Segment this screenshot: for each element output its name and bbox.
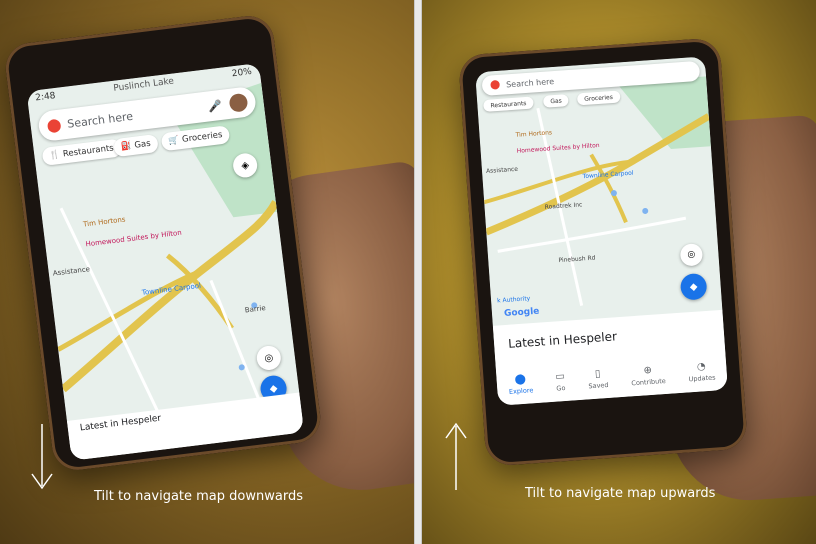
left-caption: Tilt to navigate map downwards (94, 489, 303, 504)
chip-label: Groceries (584, 93, 614, 103)
chip-label: Restaurants (62, 143, 115, 160)
nav-contribute[interactable]: ⊕ Contribute (630, 363, 666, 386)
left-phone-screen: 2:48 Puslinch Lake 20% ⬤ Search here 🎤 🍴… (26, 62, 305, 461)
mic-icon[interactable]: 🎤 (207, 98, 222, 113)
chip-gas[interactable]: Gas (542, 94, 570, 108)
nav-label: Updates (688, 372, 716, 383)
nav-label: Go (556, 383, 566, 393)
car-icon: ▭ (554, 370, 566, 383)
maps-pin-icon: ⬤ (489, 79, 501, 91)
bottom-nav: ⬤ Explore ▭ Go ▯ Saved ⊕ Contribute ◔ Updates (496, 350, 728, 406)
status-battery: 20% (231, 66, 253, 80)
fork-knife-icon: 🍴 (48, 149, 61, 162)
bell-icon: ◔ (696, 360, 706, 373)
layers-icon: ◈ (240, 159, 250, 172)
cart-icon: 🛒 (168, 135, 180, 147)
nav-label: Explore (508, 385, 534, 396)
nav-label: Contribute (631, 376, 667, 387)
status-time: 2:48 (34, 91, 57, 104)
nav-updates[interactable]: ◔ Updates (687, 360, 715, 383)
bookmark-icon: ▯ (594, 367, 601, 380)
down-arrow-icon (31, 424, 53, 490)
chip-label: Gas (550, 97, 563, 105)
plus-circle-icon: ⊕ (643, 364, 653, 376)
right-phone: ⬤ Search here Restaurants Gas Groceries … (457, 37, 749, 467)
left-photo-panel: 2:48 Puslinch Lake 20% ⬤ Search here 🎤 🍴… (0, 0, 414, 544)
directions-icon: ◆ (689, 281, 698, 293)
chip-label: Restaurants (490, 99, 527, 109)
maps-pin-icon: ⬤ (45, 117, 63, 134)
chip-label: Groceries (181, 129, 223, 145)
left-phone: 2:48 Puslinch Lake 20% ⬤ Search here 🎤 🍴… (2, 13, 324, 473)
location-pin-icon: ⬤ (514, 373, 527, 385)
right-photo-panel: ⬤ Search here Restaurants Gas Groceries … (422, 0, 816, 544)
nav-explore[interactable]: ⬤ Explore (508, 373, 534, 396)
nav-label: Saved (588, 380, 609, 390)
avatar[interactable] (228, 92, 249, 113)
nav-go[interactable]: ▭ Go (555, 370, 566, 392)
up-arrow-icon (445, 422, 467, 490)
right-caption: Tilt to navigate map upwards (525, 486, 716, 501)
sheet-title: Latest in Hespeler (507, 329, 618, 351)
right-bottom-sheet[interactable]: Latest in Hespeler ⬤ Explore ▭ Go ▯ Saved ⊕… (492, 309, 728, 406)
panel-divider (414, 0, 422, 544)
crosshair-icon: ◎ (263, 351, 274, 364)
nav-saved[interactable]: ▯ Saved (587, 367, 609, 390)
crosshair-icon: ◎ (687, 249, 696, 261)
gas-pump-icon: ⛽ (120, 141, 133, 153)
directions-icon: ◆ (269, 382, 279, 395)
right-phone-screen: ⬤ Search here Restaurants Gas Groceries … (475, 56, 728, 406)
chip-label: Gas (133, 138, 152, 151)
